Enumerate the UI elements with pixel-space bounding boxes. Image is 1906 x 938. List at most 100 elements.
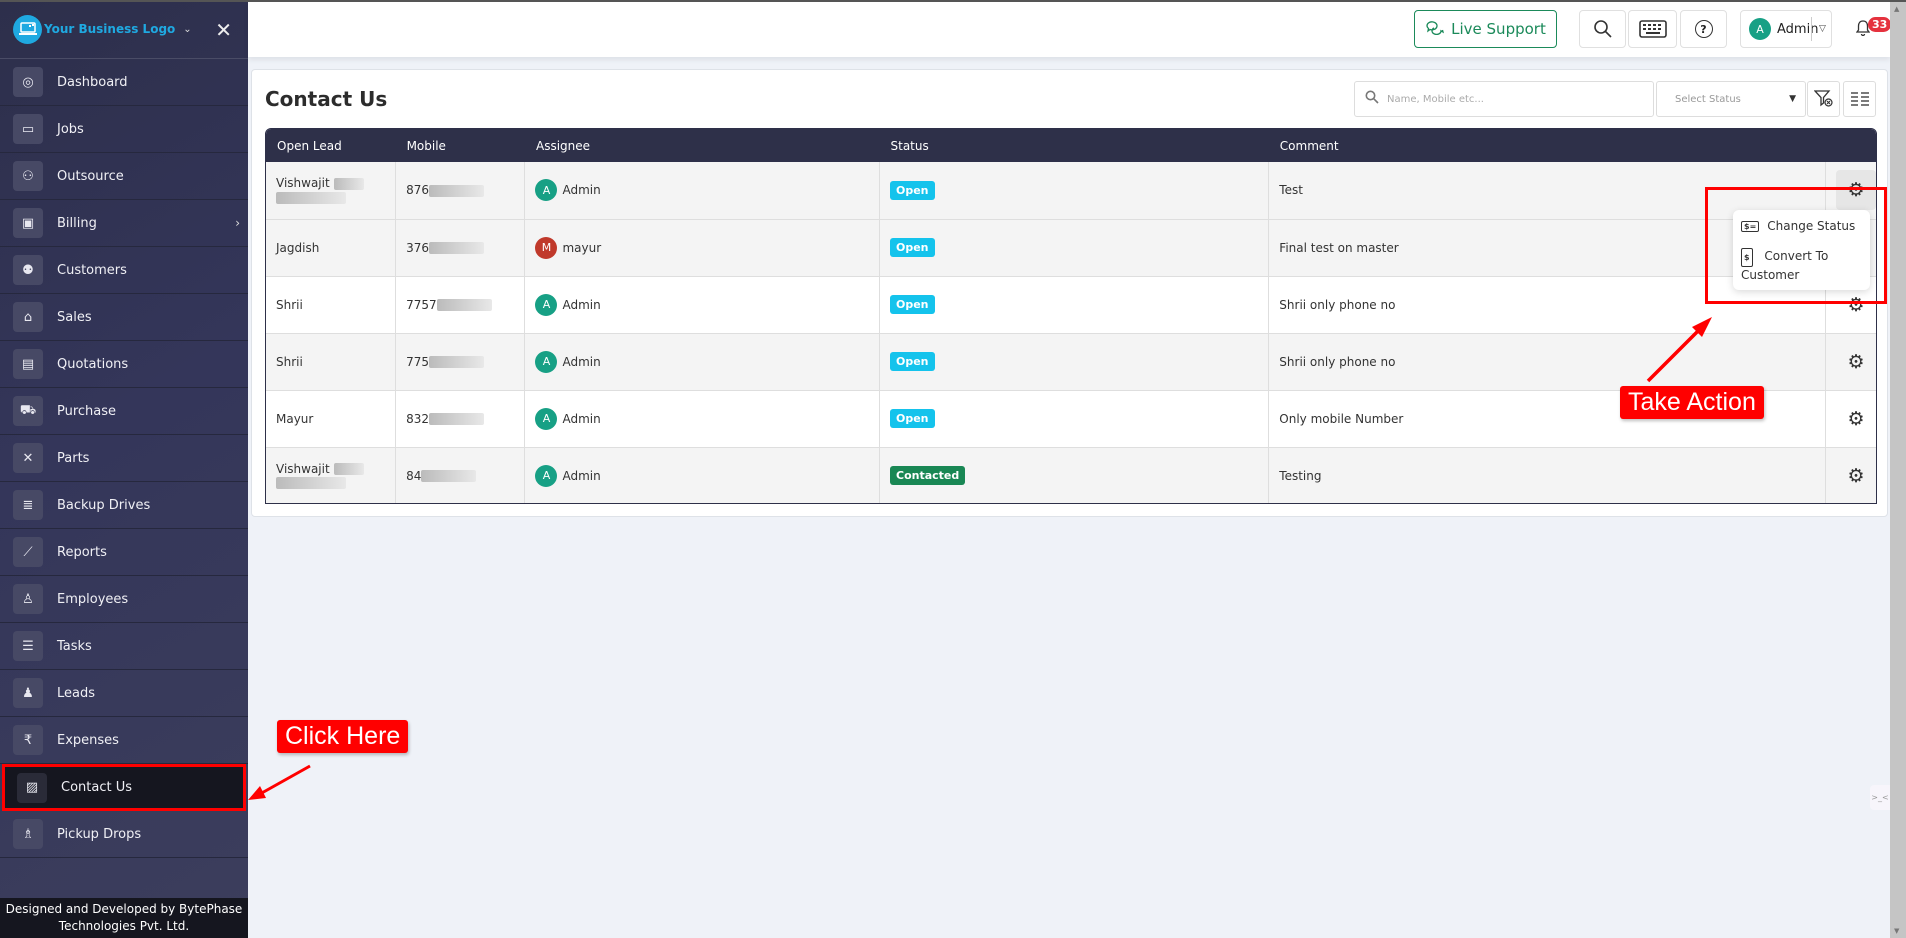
- scroll-up-icon[interactable]: ▲: [1894, 5, 1899, 13]
- laptop-logo-icon: [13, 14, 42, 44]
- sidebar-item-dashboard[interactable]: ◎ Dashboard: [0, 59, 248, 106]
- redacted-text: [276, 477, 346, 489]
- mobile-number: 775: [406, 354, 429, 369]
- sidebar-item-parts[interactable]: ✕ Parts: [0, 435, 248, 482]
- comment-text: Only mobile Number: [1279, 411, 1404, 426]
- table-row[interactable]: Shrii 775 A Admin Open Shrii only phone no ⚙: [266, 333, 1876, 390]
- cell-actions: ⚙: [1825, 333, 1876, 390]
- sidebar-item-expenses[interactable]: ₹ Expenses: [0, 717, 248, 764]
- page-scrollbar[interactable]: ▲ ▼: [1890, 2, 1906, 938]
- table-header-row: Open Lead Mobile Assignee Status Comment: [266, 129, 1876, 162]
- menu-item-label: Convert To Customer: [1741, 249, 1829, 282]
- live-support-button[interactable]: Live Support: [1414, 10, 1557, 48]
- gear-icon[interactable]: ⚙: [1847, 294, 1864, 316]
- cell-status: Contacted: [879, 447, 1270, 503]
- cell-lead: Shrii: [266, 276, 397, 333]
- menu-item-convert-to-customer[interactable]: $ Convert To Customer: [1741, 248, 1861, 284]
- global-search-button[interactable]: [1579, 10, 1626, 48]
- clear-filter-button[interactable]: [1807, 81, 1840, 117]
- cell-assignee: A Admin: [524, 390, 880, 447]
- sidebar-item-leads[interactable]: ♟ Leads: [0, 670, 248, 717]
- assignee-avatar: A: [535, 407, 558, 430]
- keyboard-icon: [1638, 20, 1667, 38]
- caret-down-icon[interactable]: ▽: [1819, 24, 1826, 34]
- lead-name: Vishwajit: [276, 461, 330, 476]
- status-select[interactable]: Select Status ▼: [1656, 81, 1806, 117]
- help-button[interactable]: ?: [1680, 10, 1727, 48]
- sidebar-item-backup-drives[interactable]: ≣ Backup Drives: [0, 482, 248, 529]
- comment-text: Final test on master: [1279, 240, 1399, 255]
- chevron-right-icon: ›: [235, 216, 240, 230]
- comment-text: Test: [1279, 183, 1303, 198]
- sidebar-item-contact-us[interactable]: ▨ Contact Us: [2, 764, 246, 811]
- sidebar-item-label: Contact Us: [61, 780, 132, 795]
- redacted-text: [428, 242, 484, 254]
- sidebar-item-sales[interactable]: ⌂ Sales: [0, 294, 248, 341]
- redacted-text: [436, 299, 492, 311]
- table-row[interactable]: Vishwajit 84 A Admin Contacted Testing ⚙: [266, 447, 1876, 503]
- brand-name: Your Business Logo: [44, 22, 176, 36]
- gear-icon[interactable]: ⚙: [1835, 170, 1876, 211]
- tools-icon: ✕: [13, 443, 43, 473]
- filter-clear-icon: [1813, 90, 1833, 107]
- assignee-name: Admin: [562, 354, 601, 369]
- gear-icon[interactable]: ⚙: [1847, 408, 1864, 430]
- live-support-label: Live Support: [1451, 20, 1546, 38]
- users-group-icon: ⚉: [13, 255, 43, 285]
- search-field[interactable]: [1354, 81, 1654, 117]
- assignee-avatar: A: [535, 464, 558, 487]
- search-input[interactable]: [1387, 93, 1637, 105]
- menu-item-change-status[interactable]: $= Change Status: [1741, 219, 1855, 233]
- cell-lead: Shrii: [266, 333, 397, 390]
- cell-assignee: A Admin: [524, 162, 880, 219]
- mobile-number: 7757: [406, 297, 437, 312]
- sidebar-item-label: Expenses: [57, 732, 119, 748]
- cell-mobile: 376: [395, 219, 526, 276]
- cell-mobile: 832: [395, 390, 526, 447]
- sidebar-item-label: Pickup Drops: [57, 826, 142, 842]
- redacted-text: [333, 463, 364, 475]
- contact-us-card: Contact Us Select Status ▼ Open Lead Mobi…: [251, 69, 1888, 517]
- sidebar-item-employees[interactable]: ♙ Employees: [0, 576, 248, 623]
- floating-widget-tab[interactable]: >_<: [1870, 785, 1890, 810]
- keyboard-shortcuts-button[interactable]: [1628, 10, 1677, 48]
- close-icon[interactable]: ✕: [215, 18, 232, 42]
- sidebar-item-purchase[interactable]: ⛟ Purchase: [0, 388, 248, 435]
- sidebar-item-label: Backup Drives: [57, 497, 151, 513]
- sidebar-item-quotations[interactable]: ▤ Quotations: [0, 341, 248, 388]
- user-menu-button[interactable]: A Admin ▽: [1740, 10, 1832, 48]
- status-badge: Contacted: [890, 466, 966, 485]
- gear-icon[interactable]: ⚙: [1847, 351, 1864, 373]
- ticket-icon: ▭: [13, 114, 43, 144]
- scroll-down-icon[interactable]: ▼: [1894, 927, 1899, 935]
- chevron-down-icon[interactable]: ⌄: [183, 24, 191, 35]
- sidebar-item-customers[interactable]: ⚉ Customers: [0, 247, 248, 294]
- redacted-text: [276, 191, 346, 204]
- status-select-placeholder: Select Status: [1675, 93, 1741, 105]
- sidebar-item-jobs[interactable]: ▭ Jobs: [0, 106, 248, 153]
- cell-lead: Jagdish: [266, 219, 397, 276]
- lead-name: Mayur: [276, 411, 314, 426]
- cell-assignee: A Admin: [524, 447, 880, 503]
- cell-assignee: Mmayur: [524, 219, 880, 276]
- mobile-number: 84: [406, 468, 422, 483]
- sidebar-item-label: Reports: [57, 544, 107, 560]
- sidebar-item-tasks[interactable]: ☰ Tasks: [0, 623, 248, 670]
- sidebar-item-label: Sales: [57, 309, 92, 325]
- cell-comment: Testing: [1268, 447, 1826, 503]
- table-row[interactable]: Shrii 7757 A Admin Open Shrii only phone no ⚙: [266, 276, 1876, 333]
- sidebar-item-pickup-drops[interactable]: ♗ Pickup Drops: [0, 811, 248, 858]
- sidebar-item-billing[interactable]: ▣ Billing ›: [0, 200, 248, 247]
- gear-icon[interactable]: ⚙: [1847, 465, 1864, 487]
- search-icon: [1365, 90, 1379, 108]
- column-layout-button[interactable]: [1843, 81, 1876, 117]
- contacts-table: Open Lead Mobile Assignee Status Comment Vis…: [266, 129, 1876, 503]
- status-badge: Open: [890, 295, 935, 314]
- cell-status: Open: [879, 162, 1270, 219]
- table-row[interactable]: Jagdish 376 Mmayur Open Final test on master…: [266, 219, 1876, 276]
- sidebar-item-label: Parts: [57, 450, 90, 466]
- assignee-name: Admin: [562, 297, 601, 312]
- sidebar-item-reports[interactable]: ⟋ Reports: [0, 529, 248, 576]
- sidebar-item-outsource[interactable]: ⚇ Outsource: [0, 153, 248, 200]
- table-row[interactable]: Vishwajit 876 A Admin Open Test ⚙: [266, 162, 1876, 219]
